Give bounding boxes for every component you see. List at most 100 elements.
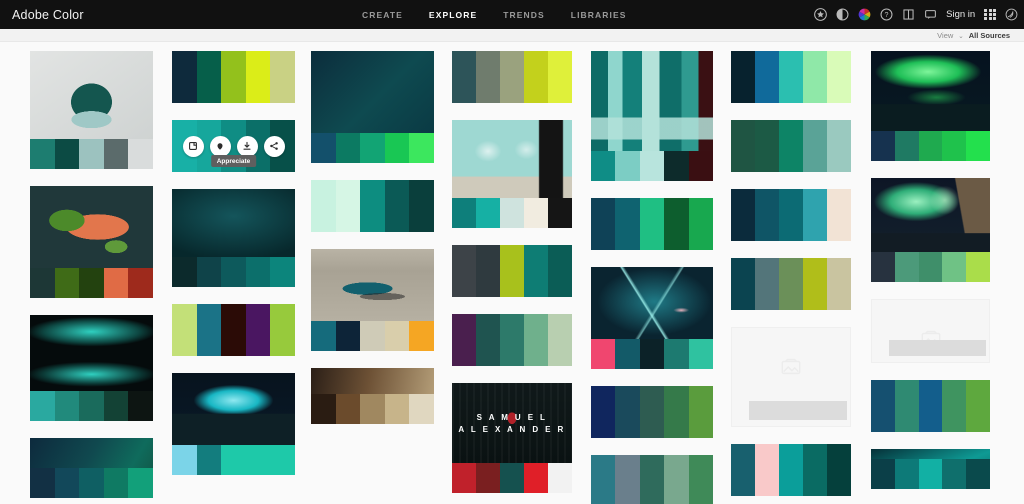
- swatch-3[interactable]: [384, 133, 410, 163]
- salmon-food-photo[interactable]: [30, 186, 153, 298]
- card-image[interactable]: [871, 449, 990, 489]
- swatch-3[interactable]: [664, 455, 689, 504]
- swatch-0[interactable]: [871, 131, 895, 161]
- swatch-0[interactable]: [172, 257, 197, 287]
- swatch-4[interactable]: [548, 314, 572, 366]
- all-sources-filter[interactable]: All Sources: [969, 31, 1010, 40]
- palette-strip[interactable]: [30, 468, 153, 498]
- download-icon[interactable]: [236, 135, 258, 157]
- swatch-0[interactable]: [311, 180, 336, 232]
- swatch-4[interactable]: [827, 189, 851, 241]
- swatch-3[interactable]: [803, 189, 827, 241]
- palette-strip[interactable]: [731, 51, 851, 103]
- swatch-1[interactable]: [894, 380, 919, 432]
- swatch-3[interactable]: [384, 180, 410, 232]
- swatch-1[interactable]: [476, 314, 500, 366]
- nav-create[interactable]: CREATE: [362, 10, 403, 20]
- swatch-4[interactable]: [128, 391, 153, 421]
- swatch-3[interactable]: [664, 386, 689, 438]
- palette-strip[interactable]: [311, 133, 434, 163]
- swatch-0[interactable]: [591, 386, 616, 438]
- swatch-3[interactable]: [524, 198, 548, 228]
- swatch-2[interactable]: [639, 339, 665, 369]
- nav-libraries[interactable]: LIBRARIES: [571, 10, 627, 20]
- swatch-4[interactable]: [688, 339, 714, 369]
- swatch-3[interactable]: [524, 314, 548, 366]
- palette-strip[interactable]: [30, 139, 153, 169]
- swatch-1[interactable]: [615, 151, 640, 181]
- card-image[interactable]: [591, 267, 713, 339]
- swatch-3[interactable]: [664, 198, 689, 250]
- swatch-2[interactable]: [360, 180, 385, 232]
- card-image[interactable]: [311, 51, 434, 133]
- card-image[interactable]: [871, 178, 990, 252]
- card-image[interactable]: [591, 51, 713, 151]
- swatch-1[interactable]: [755, 258, 779, 310]
- swatch-4[interactable]: [270, 51, 295, 103]
- swatch-2[interactable]: [779, 444, 803, 496]
- swatch-1[interactable]: [615, 198, 640, 250]
- swatch-4[interactable]: [409, 133, 434, 163]
- swatch-4[interactable]: [128, 268, 153, 298]
- adobe-logo-icon[interactable]: [1005, 8, 1018, 21]
- swatch-1[interactable]: [54, 468, 80, 498]
- teal-illustration-photo[interactable]: [591, 51, 714, 181]
- palette-strip[interactable]: [731, 444, 851, 496]
- swatch-0[interactable]: [452, 51, 476, 103]
- swatch-0[interactable]: [871, 459, 895, 489]
- swatch-0[interactable]: [452, 314, 476, 366]
- swatch-0[interactable]: [172, 445, 197, 475]
- swatch-0[interactable]: [172, 304, 197, 356]
- swatch-2[interactable]: [779, 120, 803, 172]
- palette-strip[interactable]: [731, 189, 851, 241]
- help-icon[interactable]: ?: [880, 8, 893, 21]
- swatch-3[interactable]: [103, 468, 129, 498]
- aurora-mountain-photo[interactable]: [871, 178, 990, 282]
- palette-strip[interactable]: [30, 391, 153, 421]
- swatch-4[interactable]: [966, 459, 990, 489]
- swatch-0[interactable]: [30, 139, 55, 169]
- palette-strip[interactable]: [452, 198, 572, 228]
- palette-strip[interactable]: [452, 463, 572, 493]
- swatch-4[interactable]: [548, 245, 572, 297]
- swatch-4[interactable]: [548, 198, 572, 228]
- contrast-icon[interactable]: [836, 8, 849, 21]
- swatch-1[interactable]: [196, 304, 222, 356]
- palette-strip[interactable]: [871, 252, 990, 282]
- swatch-3[interactable]: [524, 51, 548, 103]
- aurora-lake-photo[interactable]: [172, 373, 295, 475]
- swatch-4[interactable]: [270, 445, 295, 475]
- swatch-4[interactable]: [128, 139, 153, 169]
- sign-in-button[interactable]: Sign in: [946, 9, 975, 20]
- swatch-1[interactable]: [615, 339, 640, 369]
- swatch-3[interactable]: [245, 257, 271, 287]
- palette-strip[interactable]: [172, 51, 295, 103]
- swatch-0[interactable]: [591, 198, 616, 250]
- swatch-3[interactable]: [942, 131, 967, 161]
- swatch-3[interactable]: [803, 258, 827, 310]
- swatch-3[interactable]: [664, 339, 689, 369]
- palette-strip[interactable]: [452, 51, 572, 103]
- swatch-1[interactable]: [335, 180, 361, 232]
- swatch-1[interactable]: [335, 394, 361, 424]
- swatch-3[interactable]: [524, 463, 548, 493]
- swatch-2[interactable]: [639, 455, 665, 504]
- swatch-1[interactable]: [755, 189, 779, 241]
- teal-car-photo[interactable]: [311, 249, 434, 351]
- swatch-3[interactable]: [245, 51, 271, 103]
- palette-strip[interactable]: [172, 257, 295, 287]
- swatch-4[interactable]: [270, 257, 295, 287]
- tunnel-motion-photo[interactable]: [591, 267, 714, 369]
- card-image[interactable]: [311, 368, 434, 424]
- teal-bokeh-photo[interactable]: [30, 315, 153, 421]
- placeholder-card-2[interactable]: [871, 299, 990, 363]
- chat-icon[interactable]: [924, 8, 937, 21]
- swatch-2[interactable]: [918, 380, 943, 432]
- palette-strip[interactable]: [871, 131, 990, 161]
- palette-strip[interactable]: [311, 394, 434, 424]
- swatch-2[interactable]: [639, 386, 665, 438]
- swatch-1[interactable]: [196, 51, 222, 103]
- swatch-4[interactable]: [688, 198, 714, 250]
- swatch-0[interactable]: [731, 120, 755, 172]
- street-mural-2014-photo[interactable]: [452, 120, 572, 228]
